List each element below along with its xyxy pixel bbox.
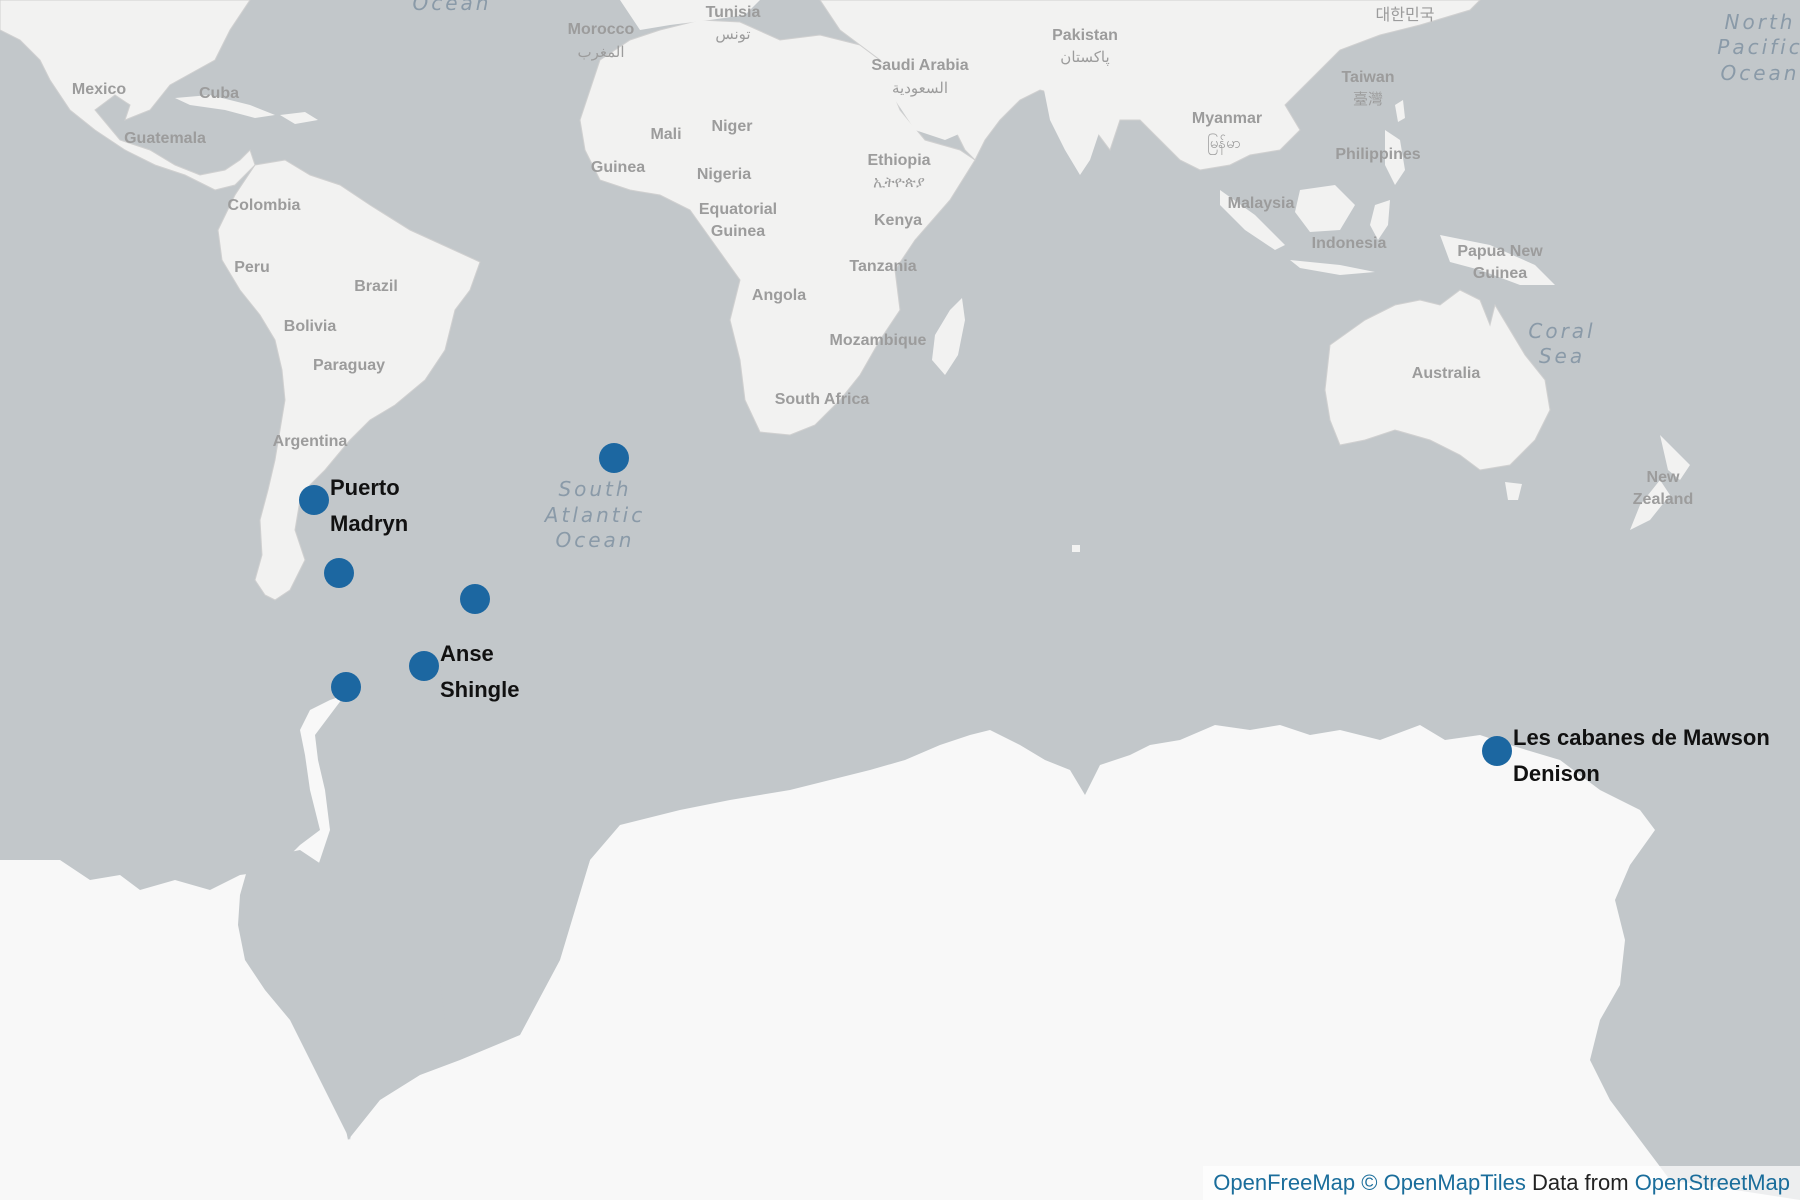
label-north-pacific-2: Pacific [1717, 35, 1800, 59]
label-niger: Niger [712, 118, 753, 135]
label-myanmar-native: မြန်မာ [1207, 133, 1241, 155]
label-bolivia: Bolivia [284, 318, 337, 335]
label-paraguay: Paraguay [313, 357, 385, 374]
label-taiwan: Taiwan [1341, 69, 1394, 86]
basemap: Morocco المغرب Tunisia تونس 대한민국 Pakista… [0, 0, 1800, 1200]
label-south-atlantic-3: Ocean [556, 528, 635, 552]
label-papua-1: Papua New [1457, 243, 1543, 260]
label-peru: Peru [234, 259, 270, 276]
label-coral-sea-2: Sea [1539, 344, 1585, 368]
label-mozambique: Mozambique [830, 332, 927, 349]
label-saudi-native: السعودية [892, 80, 948, 97]
map-canvas[interactable]: Morocco المغرب Tunisia تونس 대한민국 Pakista… [0, 0, 1800, 1200]
label-colombia: Colombia [228, 197, 301, 214]
label-ethiopia: Ethiopia [867, 152, 930, 169]
label-indonesia: Indonesia [1312, 235, 1387, 252]
label-tunisia-native: تونس [715, 26, 750, 43]
label-mali: Mali [650, 126, 681, 143]
marker-label-line: Anse [440, 641, 494, 666]
label-pakistan: Pakistan [1052, 27, 1118, 44]
label-kenya: Kenya [874, 212, 922, 229]
label-philippines: Philippines [1335, 146, 1420, 163]
label-papua-2: Guinea [1473, 265, 1527, 282]
label-tunisia: Tunisia [706, 4, 761, 21]
marker-label-anse-shingle: Anse Shingle [440, 636, 519, 708]
label-guinea: Guinea [591, 159, 645, 176]
label-nigeria: Nigeria [697, 166, 751, 183]
marker-mawson[interactable] [1482, 736, 1512, 766]
marker-label-line: Shingle [440, 677, 520, 702]
marker-anse-shingle[interactable] [409, 651, 439, 681]
attribution-data-from: Data from [1531, 1170, 1629, 1195]
label-new-zealand-2: Zealand [1633, 491, 1693, 508]
label-morocco: Morocco [568, 21, 635, 38]
label-morocco-native: المغرب [577, 44, 624, 61]
label-taiwan-native: 臺灣 [1353, 91, 1383, 108]
label-brazil: Brazil [354, 278, 398, 295]
marker-label-line: Puerto [330, 475, 400, 500]
land-kerguelen [1072, 545, 1080, 552]
label-cuba: Cuba [199, 85, 239, 102]
label-south-atlantic-1: South [558, 477, 631, 501]
label-argentina: Argentina [273, 433, 348, 450]
marker-falklands[interactable] [324, 558, 354, 588]
marker-label-line: Les cabanes de Mawson [1513, 725, 1770, 750]
label-myanmar: Myanmar [1192, 110, 1262, 127]
label-malaysia: Malaysia [1228, 195, 1295, 212]
label-new-zealand-1: New [1647, 469, 1680, 486]
label-coral-sea-1: Coral [1528, 319, 1595, 343]
label-south-africa: South Africa [775, 391, 870, 408]
label-south-atlantic-2: Atlantic [543, 503, 645, 527]
marker-label-line: Madryn [330, 511, 409, 536]
marker-label-puerto-madryn: Puerto Madryn [330, 470, 408, 542]
marker-label-line: Denison [1513, 761, 1600, 786]
openstreetmap-link[interactable]: OpenStreetMap [1635, 1170, 1790, 1195]
label-north-pacific-3: Ocean [1721, 61, 1800, 85]
label-equatorial-guinea-1: Equatorial [699, 201, 777, 218]
label-angola: Angola [752, 287, 806, 304]
label-north-atlantic-ocean: Ocean [413, 0, 492, 15]
label-north-pacific-1: North [1725, 10, 1796, 34]
label-equatorial-guinea-2: Guinea [711, 223, 765, 240]
openfreemap-link[interactable]: OpenFreeMap [1213, 1170, 1355, 1195]
marker-puerto-madryn[interactable] [299, 485, 329, 515]
label-ethiopia-native: ኢትዮጵያ [873, 174, 925, 191]
marker-antarctic-peninsula[interactable] [331, 672, 361, 702]
label-pakistan-native: پاکستان [1060, 49, 1109, 66]
marker-south-georgia[interactable] [460, 584, 490, 614]
label-mexico: Mexico [72, 81, 126, 98]
marker-tristan[interactable] [599, 443, 629, 473]
marker-label-mawson: Les cabanes de Mawson Denison [1513, 720, 1770, 792]
map-attribution: OpenFreeMap © OpenMapTiles Data from Ope… [1203, 1166, 1800, 1200]
label-south-korea: 대한민국 [1376, 6, 1435, 24]
label-guatemala: Guatemala [124, 130, 206, 147]
label-saudi-arabia: Saudi Arabia [871, 57, 968, 74]
label-tanzania: Tanzania [849, 258, 916, 275]
openmaptiles-link[interactable]: © OpenMapTiles [1361, 1170, 1526, 1195]
label-australia: Australia [1412, 365, 1481, 382]
